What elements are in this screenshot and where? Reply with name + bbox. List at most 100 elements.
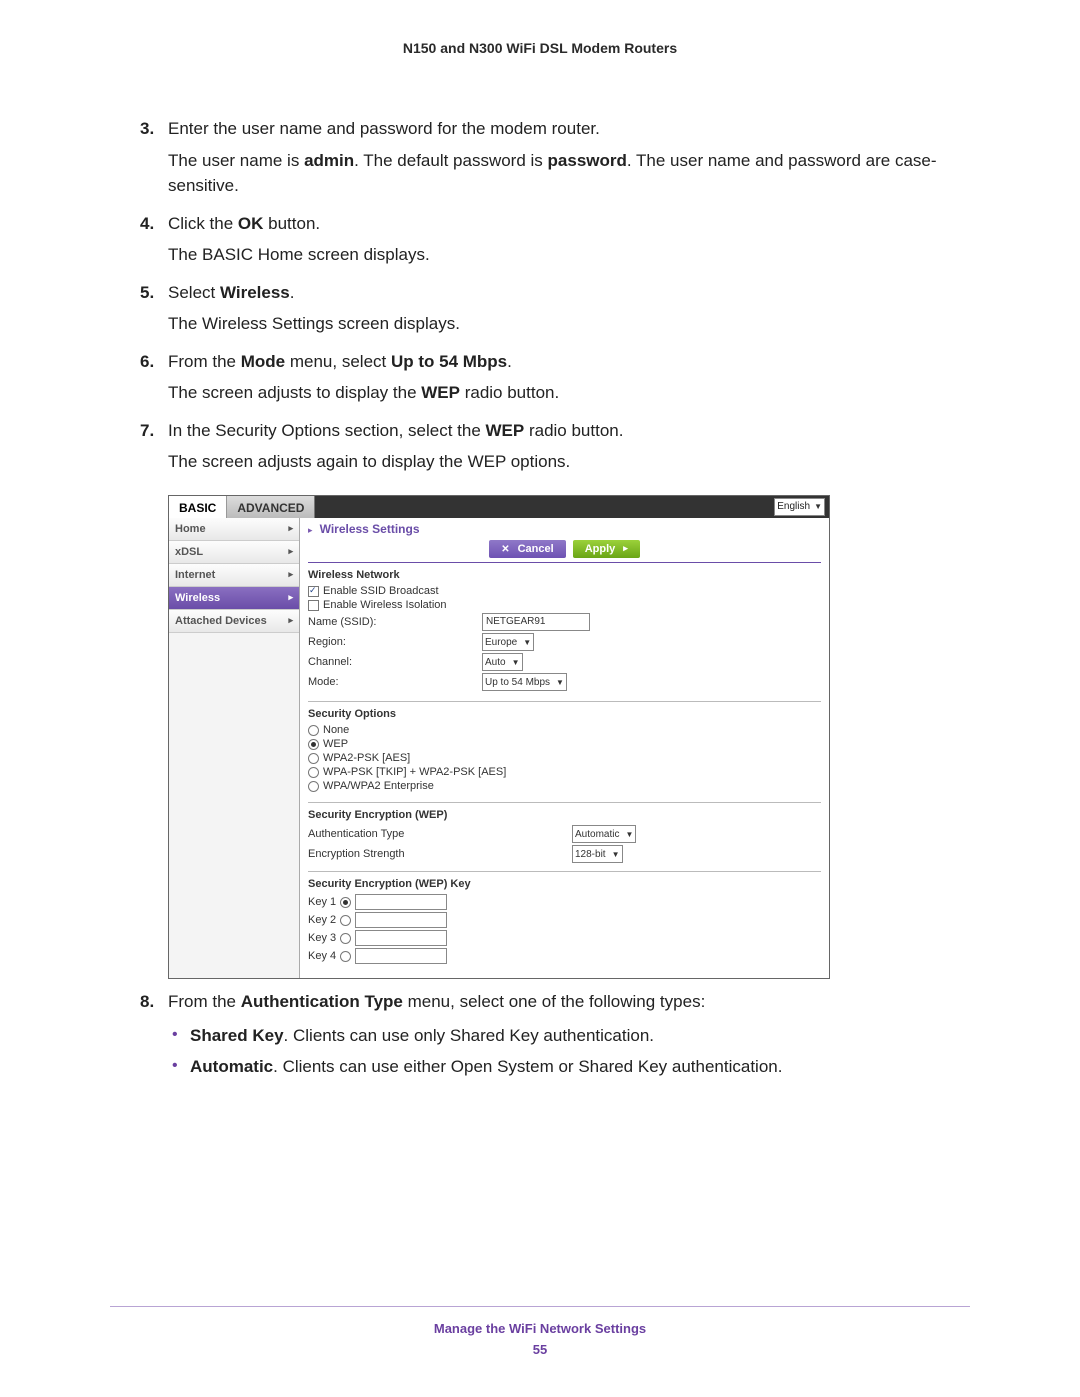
- text: menu, select: [285, 352, 391, 371]
- ssid-label: Name (SSID):: [308, 616, 478, 628]
- divider: [308, 802, 821, 803]
- security-wpa2-row: WPA2-PSK [AES]: [308, 752, 821, 764]
- sidebar-item-label: Internet: [175, 569, 215, 581]
- language-select[interactable]: English▼: [774, 498, 825, 516]
- footer-page-number: 55: [0, 1342, 1080, 1357]
- security-none-radio[interactable]: [308, 725, 319, 736]
- chevron-down-icon: ▼: [612, 850, 620, 859]
- enc-strength-select[interactable]: 128-bit▼: [572, 845, 623, 863]
- text: . The default password is: [354, 151, 547, 170]
- bold-text: OK: [238, 214, 264, 233]
- step-number: 7.: [140, 418, 154, 444]
- mode-row: Mode: Up to 54 Mbps▼: [308, 673, 821, 691]
- tab-basic[interactable]: BASIC: [169, 496, 227, 518]
- apply-button[interactable]: Apply▸: [573, 540, 640, 558]
- section-security-options: Security Options: [308, 708, 821, 720]
- router-content: ▸ Wireless Settings ✕Cancel Apply▸ Wirel…: [300, 518, 829, 979]
- select-value: Up to 54 Mbps: [485, 677, 550, 688]
- step-detail: The BASIC Home screen displays.: [168, 242, 970, 268]
- enable-ssid-checkbox[interactable]: [308, 586, 319, 597]
- auth-type-select[interactable]: Automatic ▼: [572, 825, 636, 843]
- security-none-row: None: [308, 724, 821, 736]
- step-text: Enter the user name and password for the…: [168, 119, 600, 138]
- key1-input[interactable]: [355, 894, 447, 910]
- document-page: N150 and N300 WiFi DSL Modem Routers 3. …: [0, 0, 1080, 1397]
- region-row: Region: Europe▼: [308, 633, 821, 651]
- mode-select[interactable]: Up to 54 Mbps ▼: [482, 673, 567, 691]
- channel-select[interactable]: Auto▼: [482, 653, 523, 671]
- radio-label: WPA2-PSK [AES]: [323, 752, 410, 764]
- ssid-input[interactable]: NETGEAR91: [482, 613, 590, 631]
- region-select[interactable]: Europe▼: [482, 633, 534, 651]
- sidebar-item-attached[interactable]: Attached Devices ▸: [169, 610, 299, 633]
- bold-text: Authentication Type: [241, 992, 403, 1011]
- bold-text: Automatic: [190, 1057, 273, 1076]
- step-6: 6. From the Mode menu, select Up to 54 M…: [110, 349, 970, 406]
- bold-text: Shared Key: [190, 1026, 284, 1045]
- step-detail: The Wireless Settings screen displays.: [168, 311, 970, 337]
- chevron-right-icon: ▸: [288, 569, 293, 580]
- sidebar-item-home[interactable]: Home▸: [169, 518, 299, 541]
- auth-type-row: Authentication Type Automatic▼: [308, 825, 821, 843]
- select-value: Automatic: [575, 829, 619, 840]
- bold-text: password: [548, 151, 627, 170]
- sidebar-item-wireless[interactable]: Wireless▸: [169, 587, 299, 610]
- button-label: Cancel: [518, 543, 554, 555]
- key-label: Key 1: [308, 896, 336, 908]
- enable-isolation-row: Enable Wireless Isolation: [308, 599, 821, 611]
- sidebar-item-xdsl[interactable]: xDSL▸: [169, 541, 299, 564]
- text: menu, select one of the following types:: [403, 992, 705, 1011]
- key1-row: Key 1: [308, 894, 821, 910]
- key3-input[interactable]: [355, 930, 447, 946]
- cancel-button[interactable]: ✕ Cancel: [489, 540, 565, 558]
- chevron-down-icon: ▼: [625, 830, 633, 839]
- step-number: 6.: [140, 349, 154, 375]
- chevron-down-icon: ▼: [556, 678, 564, 687]
- ssid-row: Name (SSID): NETGEAR91: [308, 613, 821, 631]
- text: . Clients can use only Shared Key authen…: [284, 1026, 654, 1045]
- router-body: Home▸ xDSL▸ Internet▸ Wireless▸ Attached…: [169, 518, 829, 979]
- key-label: Key 2: [308, 914, 336, 926]
- key4-input[interactable]: [355, 948, 447, 964]
- tab-advanced[interactable]: ADVANCED: [227, 496, 315, 518]
- text: radio button.: [524, 421, 623, 440]
- step-8: 8. From the Authentication Type menu, se…: [110, 989, 970, 1080]
- sidebar-item-internet[interactable]: Internet ▸: [169, 564, 299, 587]
- router-ui-screenshot: BASIC ADVANCED English▼ Home▸ xDSL▸ Inte…: [168, 495, 830, 980]
- text: From the: [168, 992, 241, 1011]
- section-wep-key: Security Encryption (WEP) Key: [308, 878, 821, 890]
- chevron-right-icon: ▸: [308, 525, 313, 535]
- sidebar-item-label: xDSL: [175, 546, 203, 558]
- key2-input[interactable]: [355, 912, 447, 928]
- bullet-shared-key: Shared Key. Clients can use only Shared …: [168, 1023, 970, 1049]
- chevron-down-icon: ▼: [814, 502, 822, 511]
- key4-radio[interactable]: [340, 951, 351, 962]
- channel-label: Channel:: [308, 656, 478, 668]
- step-8-bullets: Shared Key. Clients can use only Shared …: [168, 1023, 970, 1080]
- page-footer: Manage the WiFi Network Settings 55: [0, 1306, 1080, 1357]
- chevron-right-icon: ▸: [288, 615, 293, 626]
- step-detail: The screen adjusts to display the WEP ra…: [168, 380, 970, 406]
- key1-radio[interactable]: [340, 897, 351, 908]
- bullet-automatic: Automatic. Clients can use either Open S…: [168, 1054, 970, 1080]
- footer-section-title: Manage the WiFi Network Settings: [0, 1321, 1080, 1336]
- enc-strength-label: Encryption Strength: [308, 848, 568, 860]
- key3-radio[interactable]: [340, 933, 351, 944]
- step-number: 3.: [140, 116, 154, 142]
- bold-text: admin: [304, 151, 354, 170]
- security-wep-radio[interactable]: [308, 739, 319, 750]
- security-enterprise-radio[interactable]: [308, 781, 319, 792]
- key2-radio[interactable]: [340, 915, 351, 926]
- text: .: [507, 352, 512, 371]
- sidebar-item-label: Attached Devices: [175, 615, 267, 627]
- security-wpa2-radio[interactable]: [308, 753, 319, 764]
- section-wireless-network: Wireless Network: [308, 569, 821, 581]
- radio-label: None: [323, 724, 349, 736]
- step-number: 8.: [140, 989, 154, 1015]
- region-label: Region:: [308, 636, 478, 648]
- channel-row: Channel: Auto▼: [308, 653, 821, 671]
- close-icon: ✕: [501, 544, 509, 555]
- text: radio button.: [460, 383, 559, 402]
- security-mixed-radio[interactable]: [308, 767, 319, 778]
- enable-isolation-checkbox[interactable]: [308, 600, 319, 611]
